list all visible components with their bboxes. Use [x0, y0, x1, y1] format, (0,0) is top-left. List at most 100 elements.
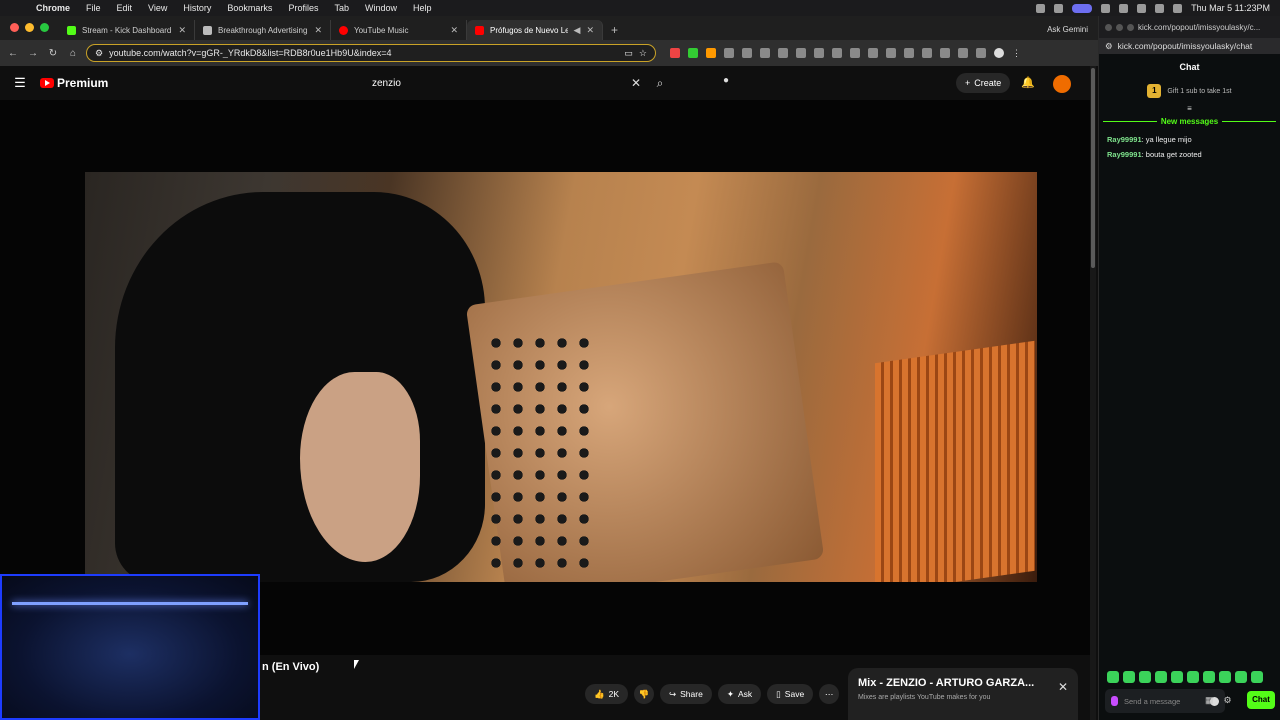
- tab-profugos[interactable]: Prófugos de Nuevo León ◀ ✕: [467, 20, 603, 40]
- home-icon[interactable]: ⌂: [66, 48, 80, 59]
- mix-title[interactable]: Mix - ZENZIO - ARTURO GARZA...: [858, 677, 1068, 689]
- scrollbar-thumb[interactable]: [1091, 68, 1095, 268]
- back-arrow-icon[interactable]: ←: [6, 48, 20, 59]
- emote-icon[interactable]: [1107, 671, 1119, 683]
- extension-icon[interactable]: [724, 48, 734, 58]
- status-icon[interactable]: [1119, 3, 1129, 13]
- close-mix-icon[interactable]: ✕: [1058, 680, 1068, 694]
- extension-icon[interactable]: [688, 48, 698, 58]
- zoom-window-button[interactable]: [1127, 23, 1134, 31]
- menu-profiles[interactable]: Profiles: [280, 3, 326, 13]
- emote-icon[interactable]: [1139, 671, 1151, 683]
- new-tab-button[interactable]: +: [603, 23, 626, 40]
- close-window-button[interactable]: [1105, 23, 1112, 31]
- ask-button[interactable]: ✦ Ask: [717, 684, 762, 704]
- clock[interactable]: Thu Mar 5 11:23PM: [1191, 3, 1270, 13]
- microphone-icon[interactable]: ●: [718, 75, 734, 91]
- wifi-icon[interactable]: [1137, 3, 1147, 13]
- extension-icon[interactable]: [850, 48, 860, 58]
- menu-edit[interactable]: Edit: [109, 3, 141, 13]
- minimize-window-button[interactable]: [1116, 23, 1123, 31]
- emote-icon[interactable]: [1235, 671, 1247, 683]
- video-player[interactable]: [0, 100, 1090, 655]
- notifications-bell-icon[interactable]: 🔔: [1021, 76, 1035, 89]
- url-text[interactable]: youtube.com/watch?v=gGR-_YRdkD8&list=RDB…: [109, 48, 618, 58]
- reload-icon[interactable]: ↻: [46, 48, 60, 59]
- save-button[interactable]: ▯ Save: [767, 684, 814, 704]
- emote-icon[interactable]: [1171, 671, 1183, 683]
- extension-icon[interactable]: [922, 48, 932, 58]
- extension-icon[interactable]: [778, 48, 788, 58]
- microphone-icon[interactable]: [1111, 696, 1118, 706]
- extension-icon[interactable]: [814, 48, 824, 58]
- zoom-window-button[interactable]: [40, 23, 49, 32]
- hamburger-menu-icon[interactable]: ☰: [0, 75, 40, 91]
- extension-icon[interactable]: [940, 48, 950, 58]
- extension-icon[interactable]: [832, 48, 842, 58]
- chat-username[interactable]: Ray99991: [1107, 135, 1142, 144]
- chat-url-bar[interactable]: ⚙ kick.com/popout/imissyoulasky/chat: [1099, 38, 1280, 54]
- menu-window[interactable]: Window: [357, 3, 405, 13]
- menu-view[interactable]: View: [140, 3, 175, 13]
- share-button[interactable]: ↪ Share: [660, 684, 712, 704]
- calendar-icon[interactable]: ▦: [1205, 695, 1214, 706]
- like-button[interactable]: 👍 2K: [585, 684, 628, 704]
- settings-gear-icon[interactable]: ⚙: [1224, 695, 1232, 706]
- menu-help[interactable]: Help: [405, 3, 440, 13]
- menu-app-name[interactable]: Chrome: [28, 3, 78, 13]
- site-info-icon[interactable]: ⚙: [95, 48, 103, 59]
- profile-icon[interactable]: [994, 48, 1004, 58]
- youtube-premium-logo[interactable]: Premium: [40, 76, 108, 90]
- extension-icon[interactable]: [706, 48, 716, 58]
- search-icon[interactable]: [1173, 3, 1183, 13]
- extension-icon[interactable]: [976, 48, 986, 58]
- menu-file[interactable]: File: [78, 3, 109, 13]
- chat-url[interactable]: kick.com/popout/imissyoulasky/chat: [1118, 41, 1253, 51]
- tab-youtube-music[interactable]: YouTube Music ✕: [331, 20, 467, 40]
- site-info-icon[interactable]: ⚙: [1105, 41, 1113, 52]
- extension-icon[interactable]: [760, 48, 770, 58]
- pinned-filter-icon[interactable]: ≡: [1099, 104, 1280, 113]
- tab-breakthrough-advertising[interactable]: Breakthrough Advertising - ✕: [195, 20, 331, 40]
- page-scrollbar[interactable]: [1090, 66, 1096, 720]
- address-bar[interactable]: ⚙ youtube.com/watch?v=gGR-_YRdkD8&list=R…: [86, 44, 656, 62]
- emote-icon[interactable]: [1187, 671, 1199, 683]
- forward-arrow-icon[interactable]: →: [26, 48, 40, 59]
- emote-icon[interactable]: [1251, 671, 1263, 683]
- more-actions-button[interactable]: ⋯: [819, 684, 840, 704]
- status-icon[interactable]: [1036, 3, 1046, 13]
- gift-sub-banner[interactable]: 1 Gift 1 sub to take 1st: [1099, 84, 1280, 98]
- send-chat-button[interactable]: Chat: [1247, 691, 1275, 709]
- dislike-button[interactable]: 👎: [634, 684, 654, 704]
- menu-dots-icon[interactable]: ⋮: [1012, 48, 1022, 58]
- close-window-button[interactable]: [10, 23, 19, 32]
- bookmark-star-icon[interactable]: ☆: [639, 48, 647, 59]
- emote-icon[interactable]: [1123, 671, 1135, 683]
- menu-history[interactable]: History: [175, 3, 219, 13]
- close-tab-icon[interactable]: ✕: [178, 25, 186, 36]
- status-icon[interactable]: [1101, 3, 1111, 13]
- clear-search-icon[interactable]: ✕: [626, 76, 646, 90]
- speaker-icon[interactable]: ◀: [574, 25, 581, 36]
- extension-icon[interactable]: [796, 48, 806, 58]
- emote-icon[interactable]: [1203, 671, 1215, 683]
- search-input[interactable]: zenzio: [372, 78, 626, 89]
- create-button[interactable]: + Create: [956, 73, 1011, 93]
- menu-bookmarks[interactable]: Bookmarks: [219, 3, 280, 13]
- battery-icon[interactable]: [1155, 3, 1165, 13]
- close-tab-icon[interactable]: ✕: [450, 25, 458, 36]
- cast-icon[interactable]: ▭: [624, 48, 633, 59]
- extension-icon[interactable]: [868, 48, 878, 58]
- extension-icon[interactable]: [742, 48, 752, 58]
- close-tab-icon[interactable]: ✕: [314, 25, 322, 36]
- extension-icon[interactable]: [904, 48, 914, 58]
- status-icon[interactable]: [1072, 3, 1093, 13]
- chat-username[interactable]: Ray99991: [1107, 150, 1142, 159]
- search-icon[interactable]: ⌕: [646, 76, 674, 91]
- close-tab-icon[interactable]: ✕: [586, 25, 594, 36]
- extension-icon[interactable]: [958, 48, 968, 58]
- emote-icon[interactable]: [1155, 671, 1167, 683]
- extension-icon[interactable]: [886, 48, 896, 58]
- minimize-window-button[interactable]: [25, 23, 34, 32]
- menu-tab[interactable]: Tab: [326, 3, 357, 13]
